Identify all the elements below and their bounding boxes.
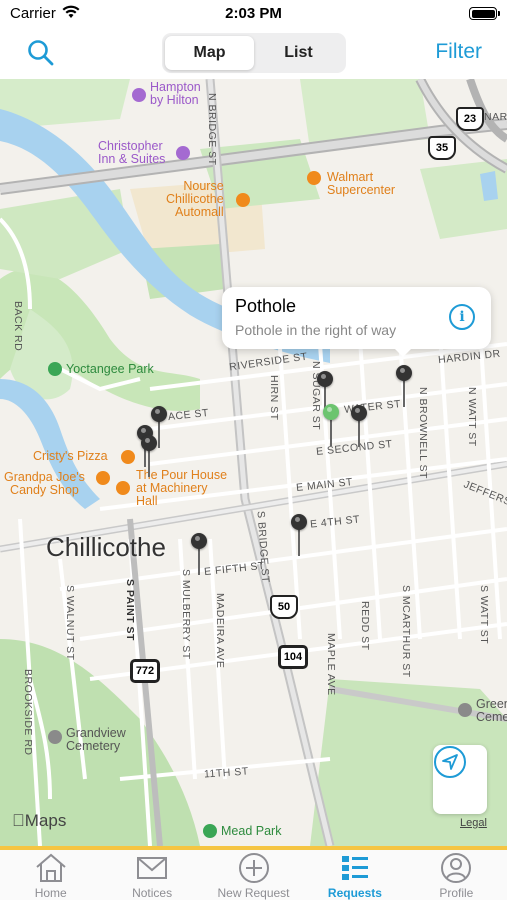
poi-nourse-label: Nourse Chillicothe Automall [166,179,224,219]
filter-button[interactable]: Filter [435,40,482,64]
poi-grandview-label: Grandview Cemetery [66,726,126,753]
tab-profile-label: Profile [439,886,474,900]
tab-home-label: Home [34,886,67,900]
tree-icon [203,824,217,838]
map-view[interactable]: Hampton by Hilton Christopher Inn & Suit… [0,79,507,846]
street-redd: REDD ST [359,601,371,651]
request-pin[interactable] [141,435,157,477]
street-brookside: BROOKSIDE RD [22,669,34,756]
street-narw: NARW [484,111,507,123]
request-pin[interactable] [191,533,207,575]
battery-icon [469,7,500,20]
street-s-paint: S PAINT ST [124,579,136,641]
us-23-shield: 23 [456,107,484,131]
pin-callout[interactable]: Pothole Pothole in the right of way i [222,287,491,357]
shopping-icon [307,171,321,185]
request-pin[interactable] [351,405,367,447]
person-icon [439,852,473,884]
poi-nourse[interactable]: Nourse Chillicothe Automall [166,179,250,219]
envelope-icon [135,852,169,884]
street-n-bridge: N BRIDGE ST [206,93,218,166]
tab-home[interactable]: Home [0,850,101,900]
hotel-icon [132,88,146,102]
view-segmented-control: Map List [162,33,346,73]
street-n-brownell: N BROWNELL ST [417,387,429,479]
street-n-watt: N WATT ST [466,387,478,447]
route-104-shield: 104 [278,645,308,669]
street-s-walnut: S WALNUT ST [64,585,76,661]
locate-button[interactable] [433,745,487,814]
request-pin[interactable] [151,406,167,448]
clock: 2:03 PM [225,5,282,22]
shopping-icon [96,471,110,485]
segment-list[interactable]: List [254,36,343,70]
us-35-shield: 35 [428,136,456,160]
apple-maps-logo: Maps [12,811,66,831]
poi-grandpa-label: Grandpa Joe's Candy Shop [4,470,85,497]
list-icon [338,852,372,884]
route-772-shield: 772 [130,659,160,683]
poi-walmart-label: Walmart Supercenter [327,170,396,197]
street-hirn: HIRN ST [268,375,280,421]
maps-logo-text: Maps [12,811,67,830]
tab-requests[interactable]: Requests [304,850,405,900]
street-back: BACK RD [12,301,24,352]
status-bar: Carrier 2:03 PM [0,0,507,28]
street-madeira: MADEIRA AVE [214,593,226,669]
poi-green-cemetery-label: Green Ceme [476,697,507,724]
request-pin[interactable] [396,365,412,407]
tab-notices[interactable]: Notices [101,850,202,900]
home-icon [34,852,68,884]
cemetery-icon [458,703,472,717]
poi-christopher[interactable]: Christopher Inn & Suites [98,139,190,166]
food-icon [121,450,135,464]
street-s-mcarthur: S MCARTHUR ST [400,585,412,678]
tab-profile[interactable]: Profile [406,850,507,900]
request-pin-selected[interactable] [323,404,339,446]
legal-link[interactable]: Legal [460,817,487,829]
street-s-watt: S WATT ST [478,585,490,645]
poi-hampton-label: Hampton by Hilton [150,80,201,107]
cemetery-icon [48,730,62,744]
street-s-mulberry: S MULBERRY ST [180,569,192,660]
street-maple: MAPLE AVE [325,633,337,696]
plus-circle-icon [237,852,271,884]
segment-map[interactable]: Map [165,36,254,70]
request-pin[interactable] [291,514,307,556]
tab-notices-label: Notices [132,886,173,900]
poi-meadpark-label: Mead Park [221,824,282,838]
search-icon[interactable] [26,38,56,68]
info-icon[interactable]: i [449,304,475,330]
poi-grandpa[interactable]: Grandpa Joe's Candy Shop [4,470,110,497]
us-50-shield: 50 [270,595,298,619]
city-label: Chillicothe [46,532,166,562]
callout-title: Pothole [235,296,297,316]
tab-new-request-label: New Request [217,886,290,900]
tab-requests-label: Requests [327,886,382,900]
tree-icon [48,362,62,376]
drink-icon [116,481,130,495]
poi-cristys[interactable]: Cristy's Pizza [33,449,135,464]
poi-cristys-label: Cristy's Pizza [33,449,108,463]
car-icon [236,193,250,207]
hotel-icon [176,146,190,160]
poi-yoctangee-label: Yoctangee Park [66,362,154,376]
nav-bar: Map List Filter [0,28,507,79]
tab-new-request[interactable]: New Request [203,850,304,900]
poi-christopher-label: Christopher Inn & Suites [98,139,166,166]
callout-subtitle: Pothole in the right of way [235,322,397,338]
tab-bar: Home Notices New Request Requests Profil… [0,846,507,900]
